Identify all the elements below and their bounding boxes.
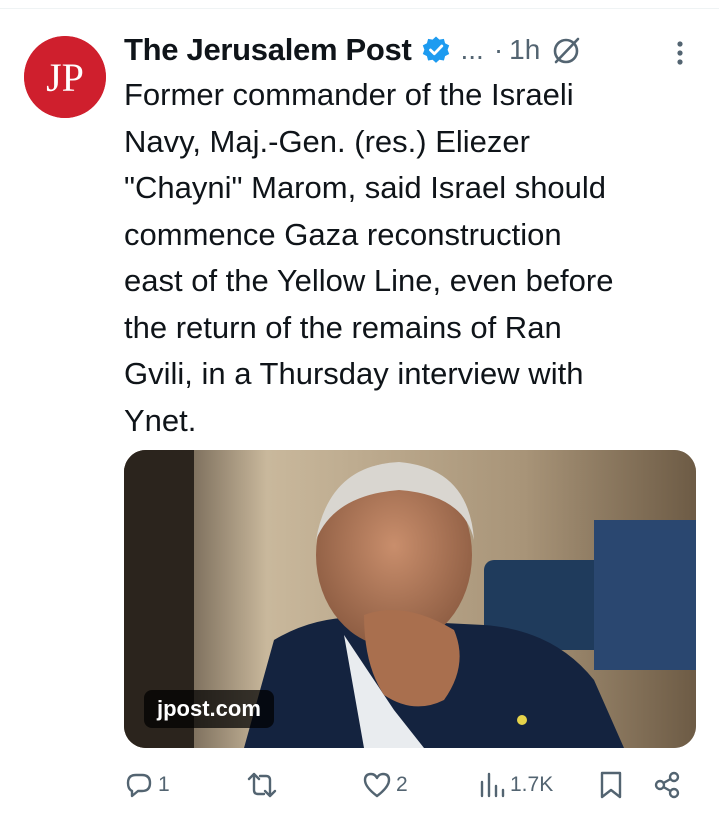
avatar-text: JP [46, 55, 84, 100]
tweet-media[interactable]: jpost.com [124, 450, 696, 748]
action-bar: 1 2 1.7K [124, 765, 694, 805]
media-domain-label: jpost.com [144, 690, 274, 728]
reply-icon [126, 773, 152, 798]
bookmark-button[interactable] [598, 765, 624, 805]
more-vertical-icon[interactable] [668, 38, 692, 68]
top-divider [0, 0, 719, 9]
avatar[interactable]: JP [24, 36, 106, 118]
repost-icon [247, 772, 277, 798]
timestamp[interactable]: 1h [509, 34, 540, 66]
grok-icon[interactable] [552, 35, 582, 65]
verified-badge-icon [421, 35, 451, 65]
separator-dot: · [493, 34, 504, 65]
repost-button[interactable] [246, 765, 282, 805]
view-count: 1.7K [510, 773, 554, 796]
tweet-header: The Jerusalem Post ... · 1h [124, 30, 582, 70]
bookmark-icon [600, 771, 622, 799]
views-button[interactable]: 1.7K [478, 765, 553, 805]
reply-count: 1 [158, 773, 170, 796]
share-button[interactable] [652, 765, 682, 805]
like-button[interactable]: 2 [362, 765, 408, 805]
jerusalem-post-logo: JP [24, 36, 106, 118]
author-name[interactable]: The Jerusalem Post [124, 32, 412, 68]
reply-button[interactable]: 1 [124, 765, 170, 805]
share-icon [654, 771, 680, 799]
tweet-text: Former commander of the Israeli Navy, Ma… [124, 77, 614, 438]
heart-icon [363, 772, 391, 798]
like-count: 2 [396, 773, 408, 796]
author-handle[interactable]: ... [461, 34, 484, 66]
views-icon [480, 772, 505, 798]
